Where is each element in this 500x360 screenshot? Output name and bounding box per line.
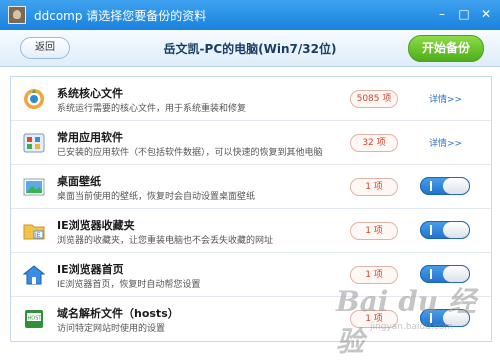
item-count-badge: 1 项 xyxy=(350,222,398,240)
details-link[interactable]: 详情>> xyxy=(429,136,462,149)
item-title: 常用应用软件 xyxy=(57,131,123,144)
include-toggle[interactable] xyxy=(420,221,470,239)
toolbar: 返回 岳文凯-PC的电脑(Win7/32位) 开始备份 xyxy=(0,30,500,67)
item-title: 域名解析文件（hosts） xyxy=(57,307,179,320)
ie-homepage-icon xyxy=(23,265,45,285)
hosts-file-icon: HOST xyxy=(25,310,43,328)
watermark-url: jingyan.baidu.com xyxy=(370,322,454,332)
item-description: 浏览器的收藏夹，让您重装电脑也不会丢失收藏的网址 xyxy=(57,236,274,246)
wallpaper-icon xyxy=(23,178,45,196)
apps-icon xyxy=(23,133,45,153)
svg-text:IE: IE xyxy=(35,232,41,239)
svg-text:HOST: HOST xyxy=(28,316,43,322)
baidu-watermark: Bai du 经验 jingyan.baidu.com xyxy=(336,270,486,358)
list-item-ie-favorites: IE IE浏览器收藏夹 浏览器的收藏夹，让您重装电脑也不会丢失收藏的网址 1 项 xyxy=(11,209,491,253)
user-avatar-icon xyxy=(8,6,26,24)
minimize-icon[interactable]: – xyxy=(434,7,450,21)
start-backup-button[interactable]: 开始备份 xyxy=(408,35,484,62)
maximize-icon[interactable]: □ xyxy=(456,7,472,21)
system-core-icon xyxy=(24,89,44,109)
watermark-logo: Bai du 经验 xyxy=(336,285,476,358)
item-description: IE浏览器首页，恢复时自动帮您设置 xyxy=(57,280,201,290)
item-count-badge: 1 项 xyxy=(350,178,398,196)
list-item-apps: 常用应用软件 已安装的应用软件（不包括软件数据），可以快速的恢复到其他电脑 32… xyxy=(11,121,491,165)
item-description: 桌面当前使用的壁纸，恢复时会自动设置桌面壁纸 xyxy=(57,192,256,202)
close-icon[interactable]: ✕ xyxy=(478,7,494,21)
item-title: IE浏览器首页 xyxy=(57,263,124,276)
details-link[interactable]: 详情>> xyxy=(429,92,462,105)
item-count-badge: 32 项 xyxy=(350,134,398,152)
list-item-system-core: 系统核心文件 系统运行需要的核心文件，用于系统重装和修复 5085 项 详情>> xyxy=(11,77,491,121)
include-toggle[interactable] xyxy=(420,177,470,195)
item-count-badge: 5085 项 xyxy=(350,90,398,108)
item-description: 访问特定网站时使用的设置 xyxy=(57,324,166,334)
title-bar: ddcomp 请选择您要备份的资料 – □ ✕ xyxy=(0,0,500,30)
ie-favorites-folder-icon: IE xyxy=(23,224,45,240)
item-description: 系统运行需要的核心文件，用于系统重装和修复 xyxy=(57,104,247,114)
window-title: ddcomp 请选择您要备份的资料 xyxy=(34,9,207,23)
list-item-wallpaper: 桌面壁纸 桌面当前使用的壁纸，恢复时会自动设置桌面壁纸 1 项 xyxy=(11,165,491,209)
item-title: 系统核心文件 xyxy=(57,87,123,100)
item-title: IE浏览器收藏夹 xyxy=(57,219,135,232)
item-title: 桌面壁纸 xyxy=(57,175,101,188)
item-description: 已安装的应用软件（不包括软件数据），可以快速的恢复到其他电脑 xyxy=(57,148,323,158)
